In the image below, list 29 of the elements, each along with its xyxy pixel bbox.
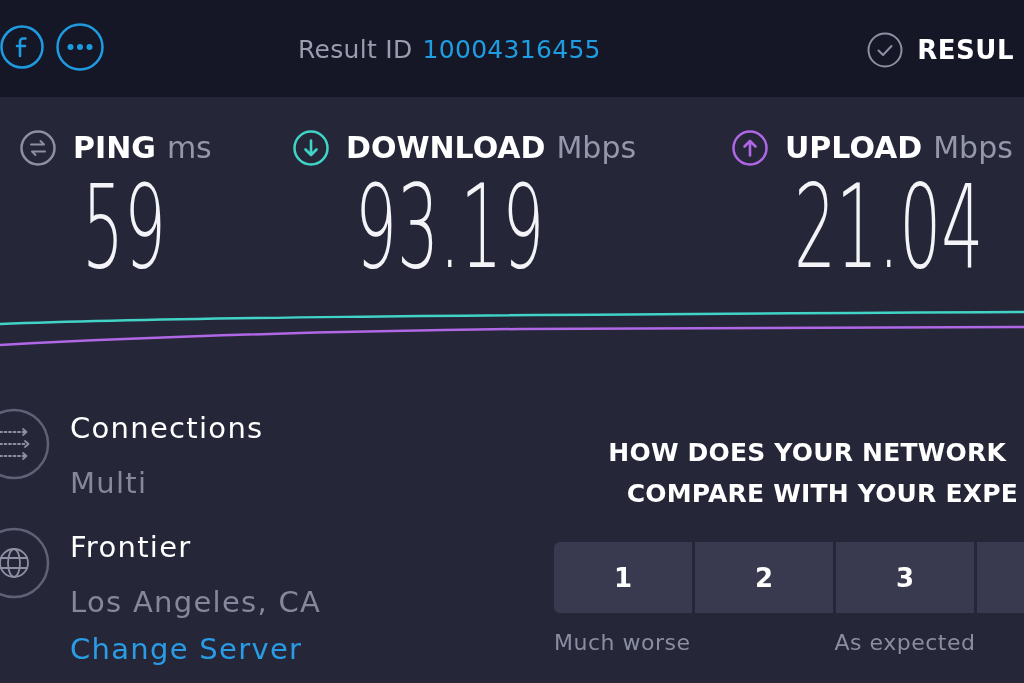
result-id-link[interactable]: 10004316455 <box>422 35 601 64</box>
more-icon[interactable] <box>56 22 104 71</box>
metric-unit: Mbps <box>556 129 637 167</box>
info-title: Connections <box>70 410 264 447</box>
change-server-link[interactable]: Change Server <box>70 628 303 670</box>
metric-unit: ms <box>166 129 212 167</box>
dotted-arrows-icon <box>0 408 50 480</box>
metric-label: PING <box>73 129 156 167</box>
metric-label: UPLOAD <box>785 129 923 167</box>
info-subtitle: Los Angeles, CA <box>70 584 322 621</box>
results-link[interactable]: RESUL <box>917 34 1014 65</box>
info-subtitle: Multi <box>70 465 148 502</box>
info-title: Frontier <box>70 529 192 566</box>
swap-arrows-icon <box>20 130 56 166</box>
result-id-label: Result ID <box>298 35 413 64</box>
metric-value: 59 <box>82 167 167 287</box>
rating-button[interactable]: 3 <box>836 542 974 613</box>
check-circle-icon <box>867 31 904 68</box>
metric-value: 93.19 <box>355 167 545 287</box>
metric-unit: Mbps <box>933 129 1013 167</box>
f-circle-icon[interactable] <box>0 24 44 69</box>
globe-icon <box>0 527 50 599</box>
metric-value: 21.04 <box>794 167 984 287</box>
rating-button[interactable]: 1 <box>554 542 692 613</box>
metric-label: DOWNLOAD <box>346 129 546 167</box>
survey-question: HOW DOES YOUR NETWORK COMPARE WITH YOUR EXPE <box>607 437 1019 510</box>
rating-button[interactable]: 2 <box>695 542 833 613</box>
rating-caption: Much worse <box>554 629 691 657</box>
rating-caption: As expected <box>834 629 976 657</box>
